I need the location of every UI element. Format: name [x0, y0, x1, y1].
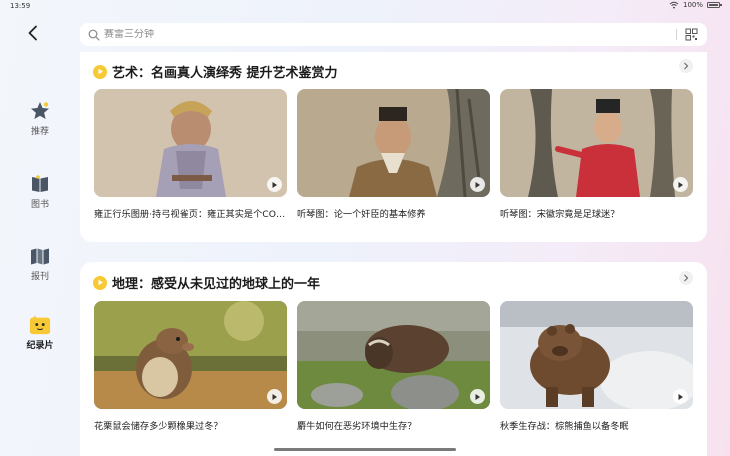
- search-divider: [676, 29, 677, 40]
- video-title: 麝牛如何在恶劣环境中生存？: [297, 421, 417, 432]
- video-thumbnail: [500, 89, 693, 197]
- video-card[interactable]: 听琴图：论一个奸臣的基本修养: [297, 89, 490, 220]
- thumbnail-image: [297, 301, 490, 409]
- home-indicator[interactable]: [274, 448, 456, 451]
- thumbnail-image: [94, 301, 287, 409]
- section-card-art: 艺术：名画真人演绎秀 提升艺术鉴赏力 雍正行乐图册·持弓视雀页：雍正其实是个CO…: [80, 52, 707, 242]
- thumbnail-image: [297, 89, 490, 197]
- back-button[interactable]: [22, 22, 44, 44]
- star-icon: [29, 100, 51, 122]
- documentary-icon: [29, 314, 51, 336]
- video-thumbnail: [297, 89, 490, 197]
- video-title: 听琴图：宋徽宗竟是足球迷？: [500, 209, 620, 220]
- play-icon: [267, 389, 282, 404]
- video-thumbnail: [94, 301, 287, 409]
- scan-icon[interactable]: [685, 28, 698, 41]
- play-badge-icon: [93, 275, 107, 290]
- status-time: 13:59: [10, 2, 31, 10]
- video-title: 雍正行乐图册·持弓视雀页：雍正其实是个COS…: [94, 209, 287, 220]
- status-icons: 100%: [669, 1, 722, 9]
- chevron-left-icon: [28, 25, 37, 41]
- video-title: 听琴图：论一个奸臣的基本修养: [297, 209, 426, 220]
- play-icon: [267, 177, 282, 192]
- book-icon: [29, 173, 51, 195]
- sidebar-item-documentary[interactable]: 纪录片: [20, 314, 60, 351]
- sidebar-item-label: 推荐: [30, 127, 49, 137]
- sidebar-item-label: 报刊: [30, 272, 49, 282]
- sidebar-item-recommend[interactable]: 推荐: [20, 100, 60, 137]
- play-badge-icon: [93, 64, 107, 79]
- video-card[interactable]: 花栗鼠会储存多少颗橡果过冬？: [94, 301, 287, 432]
- battery-icon: [707, 2, 722, 8]
- sidebar-item-newspapers[interactable]: 报刊: [20, 245, 60, 282]
- section-title: 地理：感受从未见过的地球上的一年: [112, 277, 321, 292]
- chevron-right-icon: [684, 62, 689, 70]
- play-icon: [470, 389, 485, 404]
- play-icon: [673, 389, 688, 404]
- thumbnail-image: [500, 301, 693, 409]
- video-thumbnail: [297, 301, 490, 409]
- section-header: 艺术：名画真人演绎秀 提升艺术鉴赏力: [93, 62, 338, 81]
- newspaper-icon: [29, 245, 51, 267]
- chevron-right-icon: [684, 274, 689, 282]
- video-card[interactable]: 雍正行乐图册·持弓视雀页：雍正其实是个COS…: [94, 89, 287, 220]
- section-more-button[interactable]: [679, 271, 693, 285]
- video-card[interactable]: 麝牛如何在恶劣环境中生存？: [297, 301, 490, 432]
- section-more-button[interactable]: [679, 59, 693, 73]
- search-bar[interactable]: [80, 23, 707, 46]
- video-thumbnail: [500, 301, 693, 409]
- wifi-icon: [669, 1, 679, 9]
- sidebar-item-books[interactable]: 图书: [20, 173, 60, 210]
- thumbnail-image: [94, 89, 287, 197]
- battery-percent: 100%: [682, 1, 703, 9]
- section-title: 艺术：名画真人演绎秀 提升艺术鉴赏力: [112, 66, 338, 81]
- video-card[interactable]: 秋季生存战：棕熊捕鱼以备冬眠: [500, 301, 693, 432]
- search-icon: [88, 29, 100, 41]
- video-title: 花栗鼠会储存多少颗橡果过冬？: [94, 421, 223, 432]
- search-input[interactable]: [104, 29, 664, 40]
- sidebar-item-label: 图书: [30, 200, 49, 210]
- play-icon: [673, 177, 688, 192]
- video-thumbnail: [94, 89, 287, 197]
- play-icon: [470, 177, 485, 192]
- video-card[interactable]: 听琴图：宋徽宗竟是足球迷？: [500, 89, 693, 220]
- video-title: 秋季生存战：棕熊捕鱼以备冬眠: [500, 421, 629, 432]
- section-header: 地理：感受从未见过的地球上的一年: [93, 273, 320, 292]
- thumbnail-image: [500, 89, 693, 197]
- sidebar-item-label: 纪录片: [26, 341, 54, 351]
- section-card-geography: 地理：感受从未见过的地球上的一年 花栗鼠会储存多少颗橡果过冬？ 麝牛如何在恶劣环…: [80, 262, 707, 456]
